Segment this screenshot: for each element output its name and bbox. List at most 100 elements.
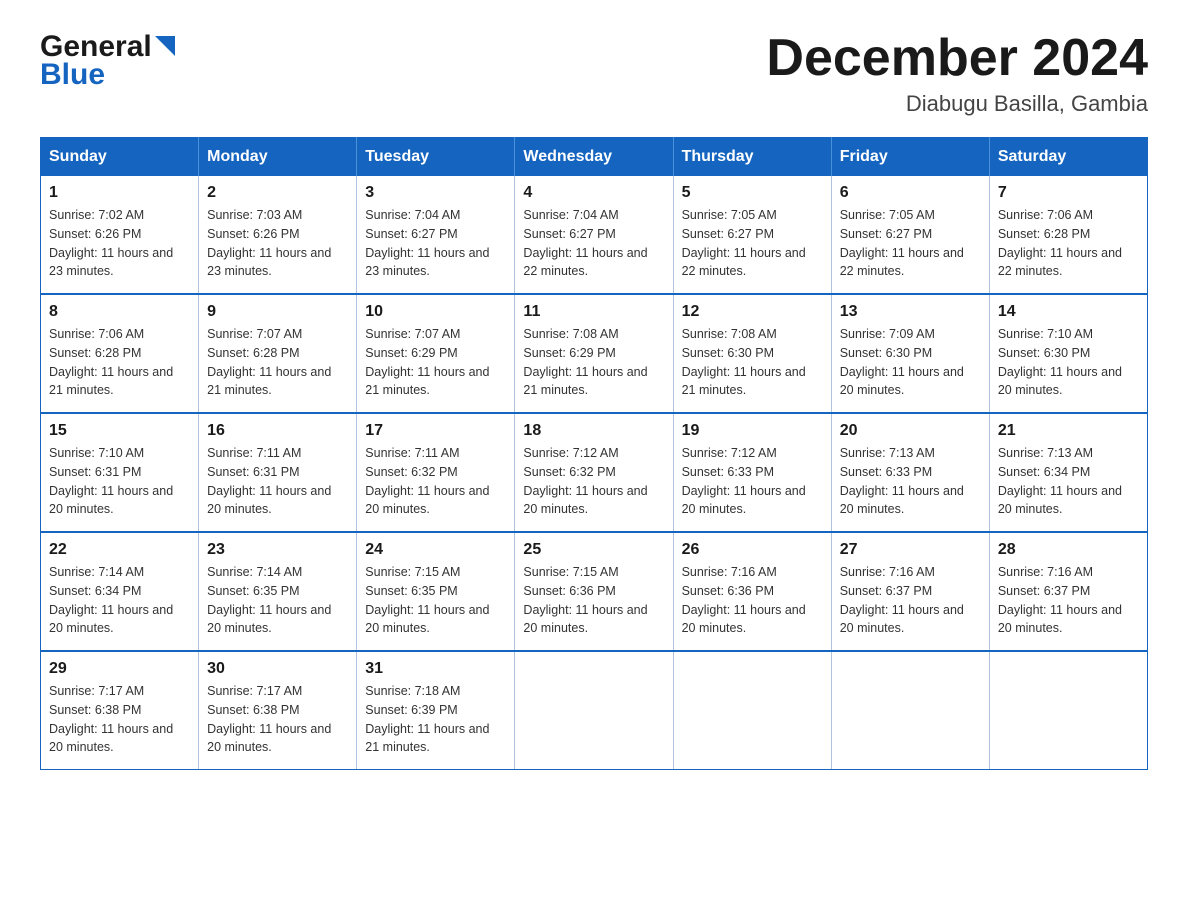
calendar-cell: 8 Sunrise: 7:06 AMSunset: 6:28 PMDayligh…	[41, 294, 199, 413]
day-info: Sunrise: 7:13 AMSunset: 6:34 PMDaylight:…	[998, 446, 1122, 516]
day-info: Sunrise: 7:04 AMSunset: 6:27 PMDaylight:…	[365, 208, 489, 278]
calendar-table: Sunday Monday Tuesday Wednesday Thursday…	[40, 137, 1148, 770]
calendar-cell: 2 Sunrise: 7:03 AMSunset: 6:26 PMDayligh…	[199, 176, 357, 294]
day-number: 11	[523, 303, 664, 321]
day-number: 19	[682, 422, 823, 440]
calendar-cell: 24 Sunrise: 7:15 AMSunset: 6:35 PMDaylig…	[357, 532, 515, 651]
day-number: 7	[998, 184, 1139, 202]
day-info: Sunrise: 7:13 AMSunset: 6:33 PMDaylight:…	[840, 446, 964, 516]
month-title: December 2024	[766, 30, 1148, 87]
day-number: 1	[49, 184, 190, 202]
calendar-cell: 10 Sunrise: 7:07 AMSunset: 6:29 PMDaylig…	[357, 294, 515, 413]
calendar-cell: 19 Sunrise: 7:12 AMSunset: 6:33 PMDaylig…	[673, 413, 831, 532]
day-info: Sunrise: 7:18 AMSunset: 6:39 PMDaylight:…	[365, 684, 489, 754]
header-friday: Friday	[831, 138, 989, 177]
calendar-cell	[673, 651, 831, 770]
day-number: 18	[523, 422, 664, 440]
day-info: Sunrise: 7:08 AMSunset: 6:30 PMDaylight:…	[682, 327, 806, 397]
week-row-4: 22 Sunrise: 7:14 AMSunset: 6:34 PMDaylig…	[41, 532, 1148, 651]
calendar-cell: 11 Sunrise: 7:08 AMSunset: 6:29 PMDaylig…	[515, 294, 673, 413]
day-number: 14	[998, 303, 1139, 321]
calendar-cell: 28 Sunrise: 7:16 AMSunset: 6:37 PMDaylig…	[989, 532, 1147, 651]
header-sunday: Sunday	[41, 138, 199, 177]
calendar-cell	[831, 651, 989, 770]
calendar-cell: 23 Sunrise: 7:14 AMSunset: 6:35 PMDaylig…	[199, 532, 357, 651]
day-info: Sunrise: 7:06 AMSunset: 6:28 PMDaylight:…	[998, 208, 1122, 278]
day-number: 12	[682, 303, 823, 321]
header-saturday: Saturday	[989, 138, 1147, 177]
day-number: 17	[365, 422, 506, 440]
header-monday: Monday	[199, 138, 357, 177]
week-row-1: 1 Sunrise: 7:02 AMSunset: 6:26 PMDayligh…	[41, 176, 1148, 294]
calendar-cell: 15 Sunrise: 7:10 AMSunset: 6:31 PMDaylig…	[41, 413, 199, 532]
calendar-header-row: Sunday Monday Tuesday Wednesday Thursday…	[41, 138, 1148, 177]
calendar-cell: 16 Sunrise: 7:11 AMSunset: 6:31 PMDaylig…	[199, 413, 357, 532]
day-info: Sunrise: 7:10 AMSunset: 6:31 PMDaylight:…	[49, 446, 173, 516]
day-info: Sunrise: 7:10 AMSunset: 6:30 PMDaylight:…	[998, 327, 1122, 397]
calendar-cell	[515, 651, 673, 770]
day-info: Sunrise: 7:09 AMSunset: 6:30 PMDaylight:…	[840, 327, 964, 397]
day-info: Sunrise: 7:04 AMSunset: 6:27 PMDaylight:…	[523, 208, 647, 278]
day-number: 22	[49, 541, 190, 559]
day-number: 30	[207, 660, 348, 678]
calendar-cell: 30 Sunrise: 7:17 AMSunset: 6:38 PMDaylig…	[199, 651, 357, 770]
location: Diabugu Basilla, Gambia	[766, 91, 1148, 117]
header-thursday: Thursday	[673, 138, 831, 177]
day-info: Sunrise: 7:11 AMSunset: 6:31 PMDaylight:…	[207, 446, 331, 516]
day-number: 4	[523, 184, 664, 202]
day-number: 24	[365, 541, 506, 559]
page-header: General Blue December 2024 Diabugu Basil…	[40, 30, 1148, 117]
calendar-cell: 26 Sunrise: 7:16 AMSunset: 6:36 PMDaylig…	[673, 532, 831, 651]
day-number: 16	[207, 422, 348, 440]
day-info: Sunrise: 7:14 AMSunset: 6:35 PMDaylight:…	[207, 565, 331, 635]
calendar-cell: 6 Sunrise: 7:05 AMSunset: 6:27 PMDayligh…	[831, 176, 989, 294]
day-number: 5	[682, 184, 823, 202]
week-row-3: 15 Sunrise: 7:10 AMSunset: 6:31 PMDaylig…	[41, 413, 1148, 532]
calendar-cell: 25 Sunrise: 7:15 AMSunset: 6:36 PMDaylig…	[515, 532, 673, 651]
calendar-cell: 9 Sunrise: 7:07 AMSunset: 6:28 PMDayligh…	[199, 294, 357, 413]
calendar-cell: 4 Sunrise: 7:04 AMSunset: 6:27 PMDayligh…	[515, 176, 673, 294]
logo: General Blue	[40, 30, 175, 92]
day-info: Sunrise: 7:15 AMSunset: 6:36 PMDaylight:…	[523, 565, 647, 635]
week-row-2: 8 Sunrise: 7:06 AMSunset: 6:28 PMDayligh…	[41, 294, 1148, 413]
calendar-cell: 21 Sunrise: 7:13 AMSunset: 6:34 PMDaylig…	[989, 413, 1147, 532]
day-number: 25	[523, 541, 664, 559]
logo-arrow-icon	[155, 36, 175, 61]
day-info: Sunrise: 7:07 AMSunset: 6:28 PMDaylight:…	[207, 327, 331, 397]
calendar-cell: 22 Sunrise: 7:14 AMSunset: 6:34 PMDaylig…	[41, 532, 199, 651]
day-number: 23	[207, 541, 348, 559]
calendar-cell: 5 Sunrise: 7:05 AMSunset: 6:27 PMDayligh…	[673, 176, 831, 294]
day-number: 15	[49, 422, 190, 440]
day-number: 6	[840, 184, 981, 202]
day-info: Sunrise: 7:03 AMSunset: 6:26 PMDaylight:…	[207, 208, 331, 278]
logo-blue-text: Blue	[40, 58, 105, 92]
day-info: Sunrise: 7:16 AMSunset: 6:37 PMDaylight:…	[998, 565, 1122, 635]
week-row-5: 29 Sunrise: 7:17 AMSunset: 6:38 PMDaylig…	[41, 651, 1148, 770]
day-info: Sunrise: 7:16 AMSunset: 6:37 PMDaylight:…	[840, 565, 964, 635]
calendar-cell: 7 Sunrise: 7:06 AMSunset: 6:28 PMDayligh…	[989, 176, 1147, 294]
day-info: Sunrise: 7:16 AMSunset: 6:36 PMDaylight:…	[682, 565, 806, 635]
day-number: 13	[840, 303, 981, 321]
header-tuesday: Tuesday	[357, 138, 515, 177]
calendar-cell: 12 Sunrise: 7:08 AMSunset: 6:30 PMDaylig…	[673, 294, 831, 413]
day-info: Sunrise: 7:07 AMSunset: 6:29 PMDaylight:…	[365, 327, 489, 397]
day-info: Sunrise: 7:02 AMSunset: 6:26 PMDaylight:…	[49, 208, 173, 278]
day-info: Sunrise: 7:05 AMSunset: 6:27 PMDaylight:…	[840, 208, 964, 278]
calendar-cell: 31 Sunrise: 7:18 AMSunset: 6:39 PMDaylig…	[357, 651, 515, 770]
day-number: 2	[207, 184, 348, 202]
day-number: 27	[840, 541, 981, 559]
day-info: Sunrise: 7:17 AMSunset: 6:38 PMDaylight:…	[207, 684, 331, 754]
day-info: Sunrise: 7:17 AMSunset: 6:38 PMDaylight:…	[49, 684, 173, 754]
day-info: Sunrise: 7:14 AMSunset: 6:34 PMDaylight:…	[49, 565, 173, 635]
day-info: Sunrise: 7:11 AMSunset: 6:32 PMDaylight:…	[365, 446, 489, 516]
calendar-cell: 3 Sunrise: 7:04 AMSunset: 6:27 PMDayligh…	[357, 176, 515, 294]
calendar-cell: 1 Sunrise: 7:02 AMSunset: 6:26 PMDayligh…	[41, 176, 199, 294]
calendar-cell: 13 Sunrise: 7:09 AMSunset: 6:30 PMDaylig…	[831, 294, 989, 413]
day-number: 9	[207, 303, 348, 321]
day-info: Sunrise: 7:06 AMSunset: 6:28 PMDaylight:…	[49, 327, 173, 397]
day-number: 8	[49, 303, 190, 321]
calendar-cell: 29 Sunrise: 7:17 AMSunset: 6:38 PMDaylig…	[41, 651, 199, 770]
day-number: 20	[840, 422, 981, 440]
day-number: 28	[998, 541, 1139, 559]
day-info: Sunrise: 7:12 AMSunset: 6:33 PMDaylight:…	[682, 446, 806, 516]
